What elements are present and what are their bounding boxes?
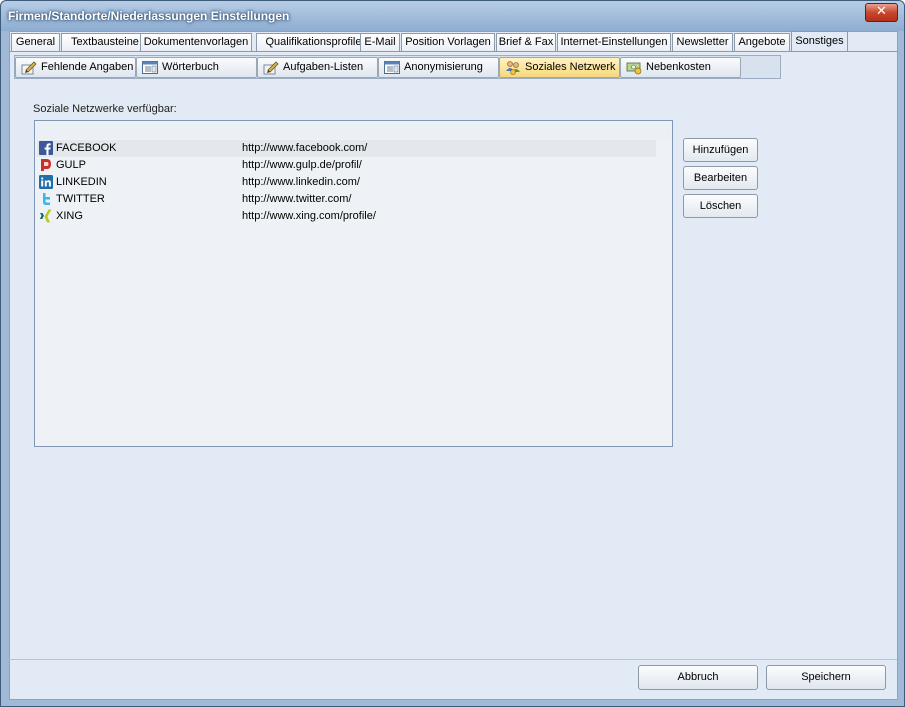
- social-network-list[interactable]: FACEBOOK http://www.facebook.com/ GULP h…: [34, 120, 673, 447]
- pen-paper-icon: [263, 61, 279, 75]
- networks-label: Soziale Netzwerke verfügbar:: [33, 103, 177, 115]
- window-list-icon: [384, 61, 400, 74]
- edit-button[interactable]: Bearbeiten: [683, 166, 758, 190]
- list-item-xing[interactable]: XING http://www.xing.com/profile/: [37, 208, 656, 225]
- subtab-nebenkosten[interactable]: Nebenkosten: [620, 57, 741, 78]
- gulp-icon: [41, 159, 51, 171]
- list-item-facebook[interactable]: FACEBOOK http://www.facebook.com/: [37, 140, 656, 157]
- subtab-woerterbuch[interactable]: Wörterbuch: [136, 57, 257, 78]
- list-item-gulp[interactable]: GULP http://www.gulp.de/profil/: [37, 157, 656, 174]
- save-button[interactable]: Speichern: [766, 665, 886, 690]
- twitter-icon: [43, 193, 50, 205]
- subtab-aufgaben-listen[interactable]: Aufgaben-Listen: [257, 57, 378, 78]
- footer-divider: [9, 659, 897, 660]
- people-network-icon: [506, 61, 520, 75]
- money-icon: [626, 62, 642, 75]
- tab-textbausteine[interactable]: Textbausteine: [61, 33, 149, 52]
- list-item-twitter[interactable]: TWITTER http://www.twitter.com/: [37, 191, 656, 208]
- subtab-anonymisierung[interactable]: Anonymisierung: [378, 57, 499, 78]
- tab-qualifikationsprofile[interactable]: Qualifikationsprofile: [256, 33, 371, 52]
- window-title: Firmen/Standorte/Niederlassungen Einstel…: [8, 9, 290, 23]
- tab-angebote[interactable]: Angebote: [734, 33, 790, 52]
- close-button[interactable]: ✕: [865, 3, 898, 22]
- subtab-soziales-netzwerk[interactable]: Soziales Netzwerk: [499, 57, 620, 78]
- list-item-linkedin[interactable]: LINKEDIN http://www.linkedin.com/: [37, 174, 656, 191]
- tab-newsletter[interactable]: Newsletter: [672, 33, 733, 52]
- tab-general[interactable]: General: [11, 33, 60, 52]
- title-bar[interactable]: Firmen/Standorte/Niederlassungen Einstel…: [1, 1, 904, 31]
- tab-divider: [9, 51, 897, 52]
- linkedin-icon: [39, 175, 53, 189]
- tab-internet-einstellungen[interactable]: Internet-Einstellungen: [557, 33, 671, 52]
- subtab-fehlende-angaben[interactable]: Fehlende Angaben: [15, 57, 136, 78]
- add-button[interactable]: Hinzufügen: [683, 138, 758, 162]
- list-header: [36, 122, 671, 139]
- window-list-icon: [142, 61, 158, 74]
- tab-email[interactable]: E-Mail: [360, 33, 400, 52]
- close-icon: ✕: [876, 4, 887, 19]
- tab-dokumentenvorlagen[interactable]: Dokumentenvorlagen: [140, 33, 252, 52]
- tab-brief-fax[interactable]: Brief & Fax: [496, 33, 556, 52]
- delete-button[interactable]: Löschen: [683, 194, 758, 218]
- cancel-button[interactable]: Abbruch: [638, 665, 758, 690]
- pen-paper-icon: [21, 61, 37, 75]
- tab-sonstiges[interactable]: Sonstiges: [791, 31, 848, 52]
- xing-icon: [39, 209, 52, 223]
- tab-position-vorlagen[interactable]: Position Vorlagen: [401, 33, 495, 52]
- facebook-icon: [39, 141, 53, 155]
